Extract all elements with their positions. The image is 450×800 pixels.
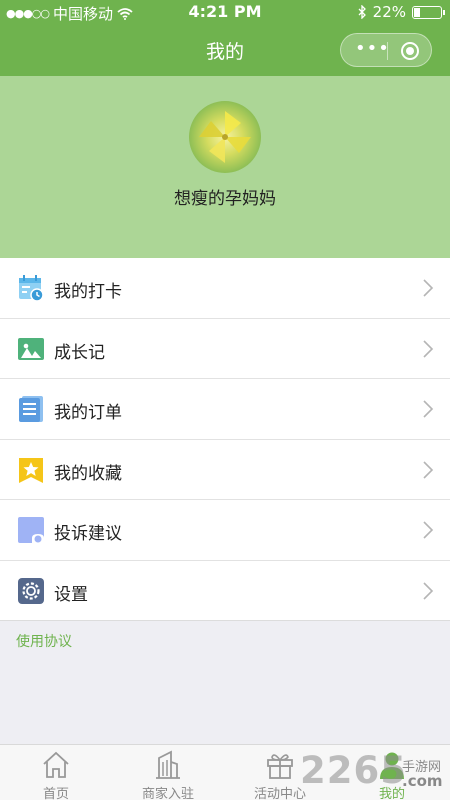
- capsule-divider: [387, 42, 388, 60]
- tab-merchant[interactable]: 商家入驻: [112, 745, 224, 800]
- status-right: 22%: [358, 3, 445, 21]
- bluetooth-icon: [358, 5, 366, 19]
- tab-label: 首页: [42, 787, 69, 800]
- more-menu-button[interactable]: •••: [355, 38, 390, 59]
- tab-label: 商家入驻: [141, 787, 194, 800]
- menu-list: 我的打卡 成长记 我的订单 我的收藏 投诉建议 设置: [0, 258, 450, 621]
- document-list-icon: [19, 396, 43, 422]
- menu-item-checkin[interactable]: 我的打卡: [0, 258, 450, 319]
- battery-icon: [412, 5, 445, 19]
- menu-item-settings[interactable]: 设置: [0, 561, 450, 621]
- chevron-right-icon: [423, 581, 434, 600]
- nav-bar: 我的 •••: [0, 24, 450, 76]
- miniprogram-capsule: •••: [340, 33, 432, 67]
- chevron-right-icon: [423, 339, 434, 358]
- menu-item-label: 设置: [54, 584, 88, 605]
- menu-item-label: 我的打卡: [54, 282, 122, 302]
- status-bar: ●●●○○ 中国移动 4:21 PM 22%: [0, 0, 450, 24]
- user-nickname: 想瘦的孕妈妈: [174, 189, 276, 209]
- tab-home[interactable]: 首页: [0, 745, 112, 800]
- close-target-icon[interactable]: [401, 42, 419, 60]
- picture-icon: [18, 337, 44, 360]
- watermark-suffix: .com: [402, 772, 443, 790]
- watermark-number: 2265: [300, 749, 407, 792]
- chevron-right-icon: [423, 521, 434, 539]
- battery-fill: [414, 7, 420, 17]
- profile-header: 想瘦的孕妈妈: [0, 76, 450, 258]
- gear-icon: [18, 577, 44, 604]
- menu-item-label: 成长记: [54, 342, 105, 363]
- avatar[interactable]: [189, 101, 261, 173]
- chevron-right-icon: [423, 460, 434, 479]
- calendar-check-icon: [19, 275, 44, 302]
- chevron-right-icon: [423, 279, 434, 297]
- battery-percent: 22%: [372, 3, 406, 21]
- feedback-icon: [18, 517, 44, 543]
- chevron-right-icon: [423, 400, 434, 418]
- menu-item-label: 我的订单: [54, 403, 122, 423]
- menu-item-feedback[interactable]: 投诉建议: [0, 500, 450, 561]
- menu-item-label: 我的收藏: [54, 463, 122, 484]
- menu-item-label: 投诉建议: [54, 524, 122, 544]
- watermark-logo: 2265 手游网 .com: [300, 747, 450, 800]
- star-bookmark-icon: [19, 457, 43, 483]
- menu-item-growth[interactable]: 成长记: [0, 319, 450, 379]
- gift-icon: [267, 754, 293, 779]
- user-agreement-link[interactable]: 使用协议: [16, 631, 72, 651]
- pinwheel-icon: [199, 111, 251, 163]
- menu-item-favorites[interactable]: 我的收藏: [0, 440, 450, 500]
- home-icon: [43, 751, 69, 778]
- menu-item-orders[interactable]: 我的订单: [0, 379, 450, 440]
- building-icon: [156, 750, 180, 779]
